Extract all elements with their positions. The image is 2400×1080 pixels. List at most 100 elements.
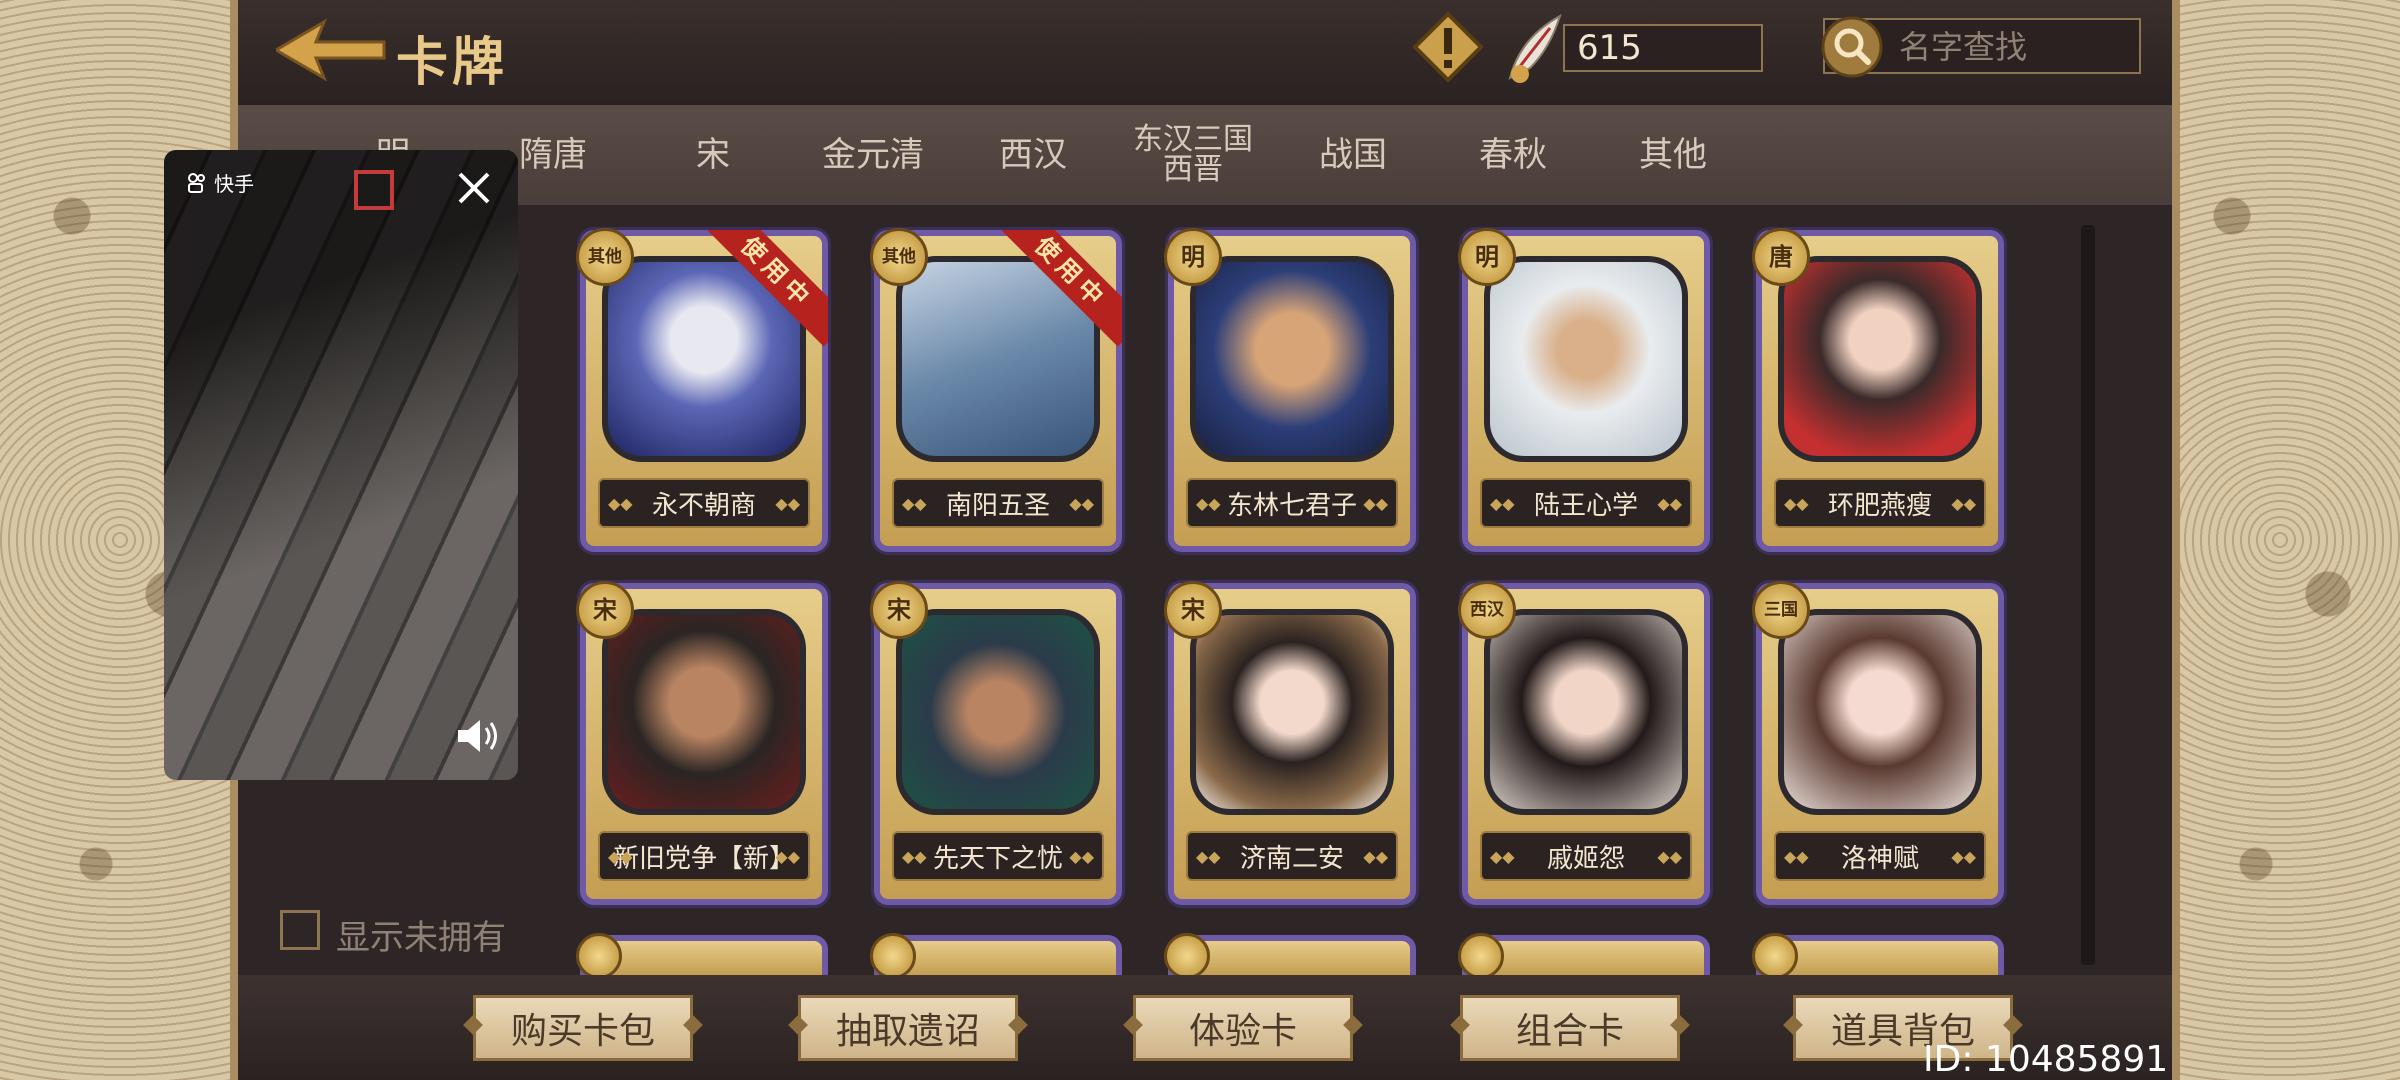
card-item[interactable]: 其他 使用中 ◆◆ 南阳五圣 ◆◆ bbox=[870, 228, 1122, 552]
dynasty-badge bbox=[1752, 933, 1798, 975]
tab-label: 东汉三国 bbox=[1133, 122, 1253, 157]
card-name: 环肥燕瘦 bbox=[1827, 490, 1932, 521]
tab-label: 西汉 bbox=[999, 135, 1067, 175]
tab-song[interactable]: 宋 bbox=[638, 105, 788, 205]
card-portrait bbox=[1484, 609, 1688, 815]
notice-button[interactable] bbox=[1412, 11, 1484, 83]
card-item[interactable]: 宋 ◆◆ 济南二安 ◆◆ bbox=[1164, 581, 1416, 905]
search-box[interactable] bbox=[1821, 16, 2141, 78]
in-use-ribbon: 使用中 bbox=[1002, 230, 1122, 350]
search-icon[interactable] bbox=[1821, 16, 1883, 78]
card-item[interactable]: 宋 ◆◆ 先天下之忧 ◆◆ bbox=[870, 581, 1122, 905]
show-unowned-checkbox[interactable] bbox=[280, 910, 320, 950]
feather-token-icon bbox=[1500, 8, 1572, 88]
dynasty-badge bbox=[1458, 933, 1504, 975]
card-portrait bbox=[1484, 256, 1688, 462]
card-name-plate: ◆◆ 新旧党争【新】 ◆◆ bbox=[598, 831, 810, 881]
cards-panel: 卡牌 615 名字查找 隋唐 宋 金元清 西汉 东汉三国 西晋 战国 春秋 其他… bbox=[230, 0, 2180, 1080]
tab-label: 宋 bbox=[696, 135, 730, 175]
back-button[interactable] bbox=[273, 18, 386, 82]
page-title: 卡牌 bbox=[396, 33, 509, 93]
kuaishou-logo-icon bbox=[188, 172, 205, 193]
tab-label: 战国 bbox=[1319, 135, 1387, 175]
dynasty-badge bbox=[1164, 933, 1210, 975]
video-scene-object bbox=[354, 170, 394, 210]
search-input[interactable] bbox=[1897, 26, 2131, 68]
buy-pack-button[interactable]: 购买卡包 bbox=[473, 995, 693, 1061]
card-name-plate: ◆◆ 永不朝商 ◆◆ bbox=[598, 478, 810, 528]
trial-card-button[interactable]: 体验卡 bbox=[1133, 995, 1353, 1061]
dynasty-badge: 其他 bbox=[870, 228, 928, 286]
card-item[interactable]: 其他 使用中 ◆◆ 永不朝商 ◆◆ bbox=[576, 228, 828, 552]
card-name-plate: ◆◆ 东林七君子 ◆◆ bbox=[1186, 478, 1398, 528]
card-item-partial[interactable] bbox=[1752, 933, 2004, 975]
video-brand: 快手 bbox=[186, 168, 254, 197]
card-portrait bbox=[602, 609, 806, 815]
combo-card-button[interactable]: 组合卡 bbox=[1460, 995, 1680, 1061]
header-bar: 卡牌 615 bbox=[238, 0, 2172, 105]
dynasty-badge bbox=[576, 933, 622, 975]
dynasty-badge bbox=[870, 933, 916, 975]
close-video-button[interactable] bbox=[454, 168, 494, 208]
card-name: 先天下之忧 bbox=[932, 843, 1063, 874]
card-portrait bbox=[1190, 609, 1394, 815]
card-item-partial[interactable] bbox=[870, 933, 1122, 975]
dynasty-badge: 明 bbox=[1458, 228, 1516, 286]
sound-button[interactable] bbox=[454, 716, 502, 756]
tab-chunqiu[interactable]: 春秋 bbox=[1438, 105, 1588, 205]
floating-video-overlay[interactable]: 快手 bbox=[164, 150, 518, 780]
card-portrait bbox=[1778, 256, 1982, 462]
tab-jinyuanqing[interactable]: 金元清 bbox=[798, 105, 948, 205]
card-name-plate: ◆◆ 环肥燕瘦 ◆◆ bbox=[1774, 478, 1986, 528]
card-name: 东林七君子 bbox=[1226, 490, 1357, 521]
card-name: 新旧党争【新】 bbox=[612, 843, 795, 874]
tab-label: 其他 bbox=[1639, 135, 1707, 175]
card-item[interactable]: 明 ◆◆ 东林七君子 ◆◆ bbox=[1164, 228, 1416, 552]
user-id: ID: 10485891 bbox=[1923, 1039, 2169, 1080]
card-item[interactable]: 西汉 ◆◆ 戚姬怨 ◆◆ bbox=[1458, 581, 1710, 905]
card-name-plate: ◆◆ 戚姬怨 ◆◆ bbox=[1480, 831, 1692, 881]
card-item-partial[interactable] bbox=[576, 933, 828, 975]
tab-other[interactable]: 其他 bbox=[1598, 105, 1748, 205]
card-item[interactable]: 宋 ◆◆ 新旧党争【新】 ◆◆ bbox=[576, 581, 828, 905]
bottom-action-bar: 购买卡包 抽取遗诏 体验卡 组合卡 道具背包 ID: 10485891 bbox=[238, 975, 2172, 1080]
video-brand-label: 快手 bbox=[214, 172, 254, 196]
card-grid: 其他 使用中 ◆◆ 永不朝商 ◆◆ 其他 使用中 ◆◆ 南阳五圣 ◆◆ 明 ◆◆ 东林七君… bbox=[238, 205, 2172, 975]
dynasty-badge: 唐 bbox=[1752, 228, 1810, 286]
tab-label-line2: 西晋 bbox=[1163, 152, 1223, 187]
card-item-partial[interactable] bbox=[1458, 933, 1710, 975]
card-item[interactable]: 三国 ◆◆ 洛神赋 ◆◆ bbox=[1752, 581, 2004, 905]
in-use-ribbon: 使用中 bbox=[708, 230, 828, 350]
tab-donghan-sanguo-xijin[interactable]: 东汉三国 西晋 bbox=[1118, 105, 1268, 205]
card-name: 济南二安 bbox=[1239, 843, 1344, 874]
dynasty-tab-bar: 明 隋唐 宋 金元清 西汉 东汉三国 西晋 战国 春秋 其他 bbox=[238, 105, 2172, 205]
dynasty-badge: 其他 bbox=[576, 228, 634, 286]
currency-value: 615 bbox=[1563, 24, 1763, 72]
card-item[interactable]: 明 ◆◆ 陆王心学 ◆◆ bbox=[1458, 228, 1710, 552]
close-icon bbox=[458, 172, 490, 204]
ribbon-label: 使用中 bbox=[708, 230, 828, 347]
dynasty-badge: 宋 bbox=[1164, 581, 1222, 639]
back-arrow-icon bbox=[273, 18, 386, 82]
card-item[interactable]: 唐 ◆◆ 环肥燕瘦 ◆◆ bbox=[1752, 228, 2004, 552]
draw-edict-button[interactable]: 抽取遗诏 bbox=[798, 995, 1018, 1061]
show-unowned-label: 显示未拥有 bbox=[336, 918, 506, 958]
tab-label: 春秋 bbox=[1479, 135, 1547, 175]
tab-zhanguo[interactable]: 战国 bbox=[1278, 105, 1428, 205]
card-name-plate: ◆◆ 济南二安 ◆◆ bbox=[1186, 831, 1398, 881]
tab-label: 隋唐 bbox=[519, 135, 587, 175]
dynasty-badge: 西汉 bbox=[1458, 581, 1516, 639]
tab-xihan[interactable]: 西汉 bbox=[958, 105, 1108, 205]
dynasty-badge: 三国 bbox=[1752, 581, 1810, 639]
right-ornamental-border bbox=[2160, 0, 2400, 1080]
card-grid-scrollbar[interactable] bbox=[2081, 225, 2095, 965]
card-name-plate: ◆◆ 先天下之忧 ◆◆ bbox=[892, 831, 1104, 881]
warning-icon bbox=[1412, 11, 1484, 83]
card-item-partial[interactable] bbox=[1164, 933, 1416, 975]
card-name: 洛神赋 bbox=[1840, 843, 1919, 874]
ribbon-label: 使用中 bbox=[1002, 230, 1122, 347]
card-name: 戚姬怨 bbox=[1546, 843, 1625, 874]
speaker-icon bbox=[458, 720, 497, 752]
card-name: 陆王心学 bbox=[1533, 490, 1638, 521]
card-portrait bbox=[896, 609, 1100, 815]
